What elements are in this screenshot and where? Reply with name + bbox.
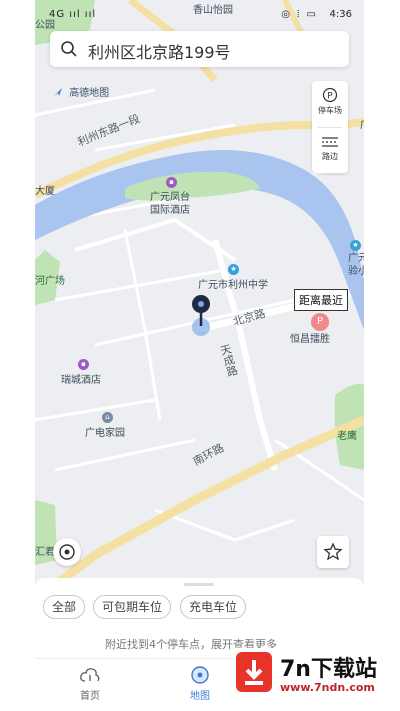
poi-hengchang[interactable]: 恒昌擂胜 xyxy=(290,334,330,346)
hotel-icon-ruicheng: ▪ xyxy=(78,359,89,370)
poi-ruicheng[interactable]: 瑞城酒店 xyxy=(61,375,101,387)
parking-filter-label: 停车场 xyxy=(318,106,342,115)
poi-dasha[interactable]: 大厦 xyxy=(35,186,55,198)
poi-guangyuan-right-2[interactable]: 验小 xyxy=(348,266,364,278)
poi-xiangshan[interactable]: 香山怡园 xyxy=(193,5,233,17)
status-icons: ◎ ⦙ ▭ xyxy=(281,9,318,20)
filter-chip-charging[interactable]: 充电车位 xyxy=(180,595,247,619)
phone-frame: 4G ııl ııl ◎ ⦙ ▭ 4:36 公园 香山怡园 大厦 广 利州东路一… xyxy=(0,0,400,711)
nearest-distance-tag: 距离最近 xyxy=(294,289,348,311)
parking-filter-button[interactable]: P 停车场 xyxy=(312,87,348,116)
site-watermark: 7n下载站 www.7ndn.com xyxy=(234,648,394,698)
map-view[interactable]: 4G ııl ııl ◎ ⦙ ▭ 4:36 公园 香山怡园 大厦 广 利州东路一… xyxy=(35,0,364,590)
download-badge-icon xyxy=(236,652,272,692)
parking-icon: P xyxy=(322,87,338,103)
search-icon xyxy=(61,41,77,57)
residential-icon: ⌂ xyxy=(102,412,113,423)
locate-icon xyxy=(59,544,75,560)
roadside-filter-label: 路边 xyxy=(322,152,338,161)
hotel-icon: ▪ xyxy=(166,177,177,188)
favorite-button[interactable] xyxy=(317,536,349,568)
poi-fengtai-line1[interactable]: 广元凤台 xyxy=(150,192,190,204)
poi-laoying[interactable]: 老鹰 xyxy=(337,431,357,443)
poi-huicheng[interactable]: 汇君 xyxy=(35,547,55,559)
signal-indicator: 4G ııl ııl xyxy=(49,9,97,20)
poi-fengtai-line2[interactable]: 国际酒店 xyxy=(150,205,190,217)
star-icon xyxy=(323,542,343,561)
svg-text:P: P xyxy=(327,92,333,102)
parking-bottom-sheet[interactable]: 全部 可包期车位 充电车位 附近找到4个停车点，展开查看更多 xyxy=(35,578,364,658)
current-location-pin xyxy=(192,295,210,336)
watermark-title: 7n下载站 xyxy=(280,657,377,682)
clock: 4:36 xyxy=(329,9,352,20)
map-compass-icon xyxy=(191,666,209,684)
map-tools-panel: P 停车场 路边 xyxy=(312,81,348,173)
tab-map[interactable]: 地图 xyxy=(170,665,230,702)
parking-marker[interactable]: P xyxy=(311,313,329,331)
locate-me-button[interactable] xyxy=(53,538,81,566)
tab-home[interactable]: 首页 xyxy=(60,665,120,702)
poi-hehe[interactable]: 河广场 xyxy=(35,276,65,288)
poi-guang-top-right[interactable]: 广 xyxy=(360,120,364,132)
amap-logo: 高德地图 xyxy=(53,84,109,99)
watermark-url: www.7ndn.com xyxy=(280,681,375,694)
roadside-icon xyxy=(322,137,338,147)
tab-home-label: 首页 xyxy=(80,691,100,702)
app-screen: 4G ııl ııl ◎ ⦙ ▭ 4:36 公园 香山怡园 大厦 广 利州东路一… xyxy=(35,0,364,711)
school-icon-right: ★ xyxy=(350,240,361,251)
poi-school[interactable]: 广元市利州中学 xyxy=(198,280,268,292)
tools-divider xyxy=(318,127,342,128)
filter-chip-monthly[interactable]: 可包期车位 xyxy=(93,595,172,619)
school-icon: ★ xyxy=(228,264,239,275)
brand-label: 高德地图 xyxy=(69,88,110,99)
poi-park[interactable]: 公园 xyxy=(35,20,55,32)
roadside-filter-button[interactable]: 路边 xyxy=(312,135,348,162)
filter-chip-all[interactable]: 全部 xyxy=(43,595,86,619)
poi-guangdian[interactable]: 广电家园 xyxy=(85,428,125,440)
search-input[interactable]: 利州区北京路199号 xyxy=(88,39,231,63)
sheet-drag-handle[interactable] xyxy=(184,583,214,586)
home-cloud-icon xyxy=(80,668,100,682)
tab-map-label: 地图 xyxy=(190,691,210,702)
search-bar[interactable]: 利州区北京路199号 xyxy=(50,31,349,67)
navigation-arrow-icon xyxy=(54,88,62,96)
download-arrow-icon xyxy=(245,660,263,685)
poi-guangyuan-right-1[interactable]: 广元 xyxy=(348,253,364,265)
